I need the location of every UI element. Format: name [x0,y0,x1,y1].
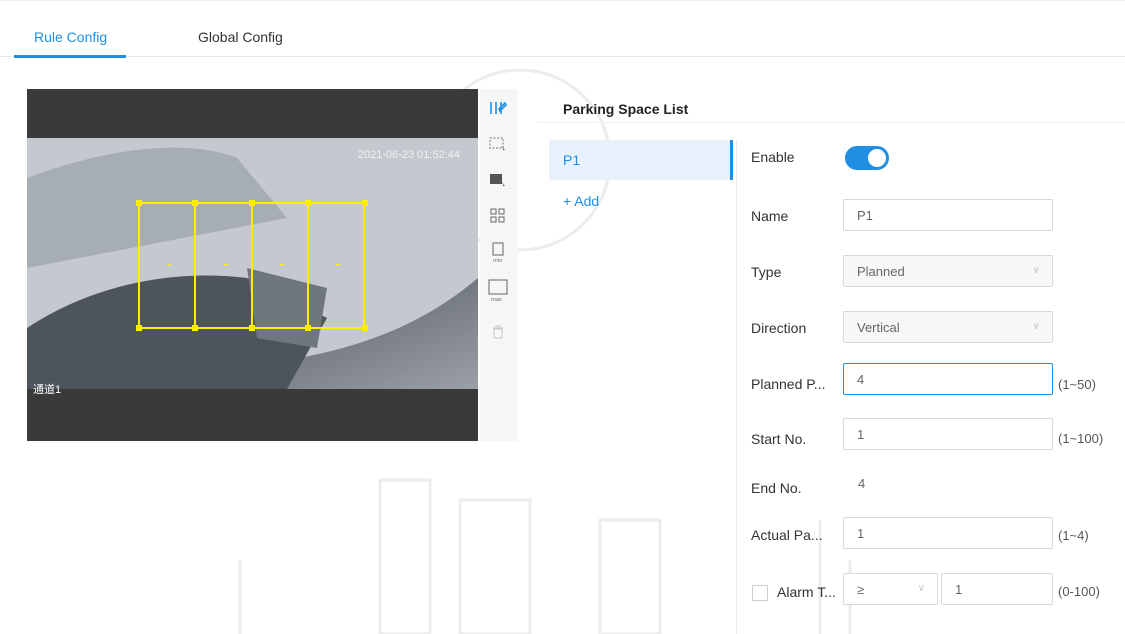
zone-handle[interactable] [305,325,311,331]
end-no-value: 4 [858,476,866,491]
end-no-label: End No. [751,480,802,496]
zone-handle[interactable] [136,200,142,206]
start-no-value: 1 [857,427,865,442]
alarm-operator-value: ≥ [857,582,865,597]
active-tab-indicator [14,55,126,58]
video-letterbox-bottom [27,389,478,441]
direction-select[interactable]: Vertical ∨ [843,311,1053,343]
actual-range: (1~4) [1058,528,1089,543]
start-no-range: (1~100) [1058,431,1104,446]
enable-label: Enable [751,149,795,165]
direction-value: Vertical [857,320,900,335]
alarm-threshold-input[interactable]: 1 [941,573,1053,605]
alarm-label: Alarm T... [777,584,836,600]
parking-list-title: Parking Space List [563,101,689,117]
actual-label: Actual Pa... [751,527,823,543]
actual-input[interactable]: 1 [843,517,1053,549]
direction-label: Direction [751,320,807,336]
planned-value: 4 [857,372,865,387]
zone-handle[interactable] [192,325,198,331]
toggle-knob [868,149,886,167]
zone-handle[interactable] [192,200,198,206]
zone-handle[interactable] [362,200,368,206]
min-size-icon[interactable]: min [487,241,509,263]
name-label: Name [751,208,789,224]
tab-rule-config[interactable]: Rule Config [34,29,107,45]
planned-input[interactable]: 4 [843,363,1053,395]
enable-toggle[interactable] [845,146,889,170]
alarm-checkbox[interactable] [752,585,768,601]
start-no-input[interactable]: 1 [843,418,1053,450]
alarm-threshold-value: 1 [955,582,963,597]
chevron-down-icon: ∨ [1032,265,1040,276]
chevron-down-icon: ∨ [1032,321,1040,332]
grid-icon[interactable] [487,205,509,227]
channel-label: 通道1 [33,384,62,396]
drawing-toolbar: min max [480,89,518,441]
select-area-alt-icon[interactable] [487,169,509,191]
divider [538,122,1125,123]
delete-icon[interactable] [487,321,509,343]
type-select[interactable]: Planned ∨ [843,255,1053,287]
video-timestamp: 2021-06-23 01:52:44 [357,149,460,161]
name-input[interactable]: P1 [843,199,1053,231]
start-no-label: Start No. [751,431,807,447]
select-area-icon[interactable] [487,133,509,155]
planned-range: (1~50) [1058,377,1096,392]
list-item-label: P1 [563,152,581,168]
name-value: P1 [857,208,873,223]
video-letterbox-top [27,89,478,138]
parking-zone[interactable] [307,202,365,329]
list-item-p1[interactable]: P1 [549,140,733,180]
zone-handle[interactable] [249,200,255,206]
divider [736,140,737,634]
alarm-operator-select[interactable]: ≥ ∨ [843,573,938,605]
add-button[interactable]: + Add [563,193,599,209]
parking-zone[interactable] [138,202,196,329]
parking-zone[interactable] [251,202,309,329]
type-value: Planned [857,264,905,279]
tab-global-config[interactable]: Global Config [198,29,283,45]
svg-text:max: max [491,297,502,302]
svg-text:min: min [493,258,502,263]
planned-label: Planned P... [751,376,826,392]
zone-handle[interactable] [136,325,142,331]
zone-handle[interactable] [249,325,255,331]
type-label: Type [751,264,782,280]
chevron-down-icon: ∨ [917,583,925,594]
alarm-range: (0-100) [1058,584,1100,599]
draw-parking-icon[interactable] [487,97,509,119]
parking-zone[interactable] [194,202,253,329]
zone-handle[interactable] [305,200,311,206]
zone-handle[interactable] [362,325,368,331]
actual-value: 1 [857,526,865,541]
tab-bar: Rule Config Global Config [0,0,1125,58]
max-size-icon[interactable]: max [487,279,509,302]
